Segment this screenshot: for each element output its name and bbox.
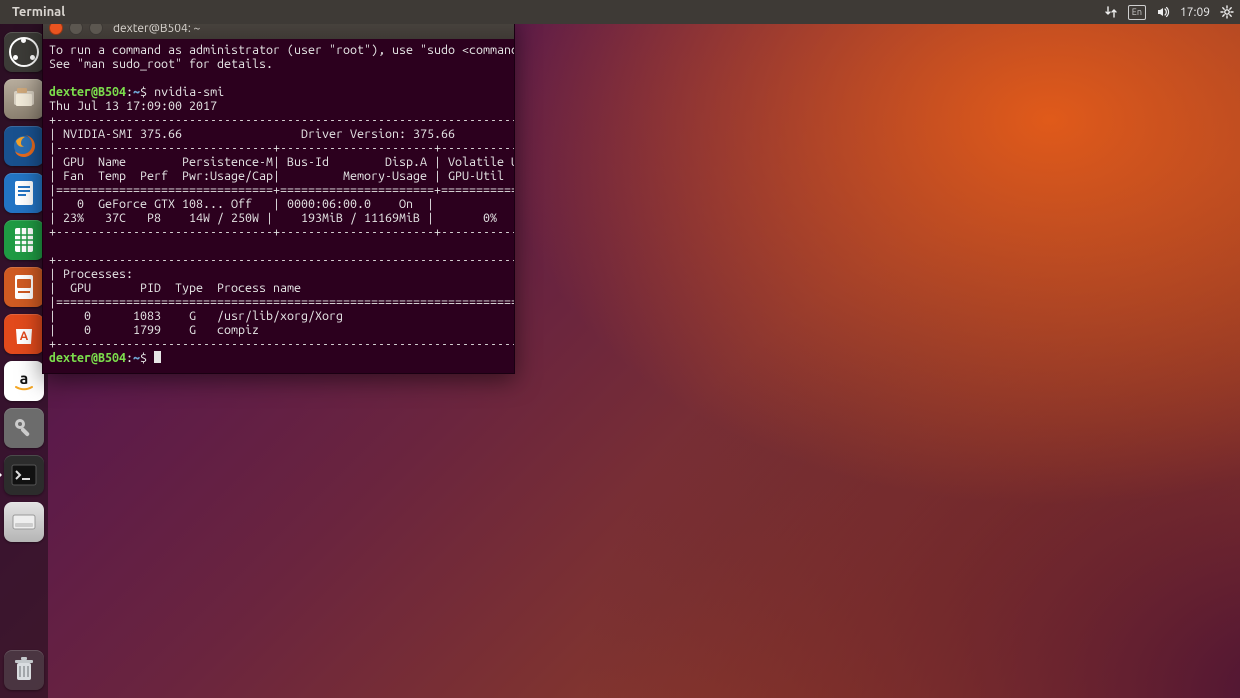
prompt-user-host: dexter@B504 (49, 85, 126, 99)
launcher-calc[interactable] (2, 218, 46, 262)
folder-icon (12, 88, 36, 110)
launcher-dash[interactable] (2, 30, 46, 74)
volume-icon[interactable] (1156, 5, 1170, 19)
launcher-writer[interactable] (2, 171, 46, 215)
launcher-software[interactable]: A (2, 312, 46, 356)
ubuntu-logo-icon (9, 37, 39, 67)
launcher-impress[interactable] (2, 265, 46, 309)
network-icon[interactable] (1104, 5, 1118, 19)
prompt-dollar: $ (140, 85, 147, 99)
gear-wrench-icon (11, 415, 37, 441)
amazon-icon: a (11, 368, 37, 394)
sudo-hint-line1: To run a command as administrator (user … (49, 43, 515, 57)
unity-launcher: A a (0, 24, 48, 698)
keyboard-language-indicator[interactable]: En (1128, 5, 1146, 20)
launcher-amazon[interactable]: a (2, 359, 46, 403)
terminal-icon (11, 464, 37, 486)
svg-text:A: A (20, 330, 29, 343)
cursor (154, 351, 161, 363)
svg-text:a: a (20, 370, 29, 388)
sudo-hint-line2: See "man sudo_root" for details. (49, 57, 273, 71)
terminal-body[interactable]: To run a command as administrator (user … (43, 39, 514, 373)
presentation-icon (13, 274, 35, 300)
nvidia-smi-output: +---------------------------------------… (49, 113, 515, 351)
launcher-settings[interactable] (2, 406, 46, 450)
output-date: Thu Jul 13 17:09:00 2017 (49, 99, 217, 113)
launcher-trash[interactable] (2, 648, 46, 692)
command-1: nvidia-smi (154, 85, 224, 99)
launcher-firefox[interactable] (2, 124, 46, 168)
drive-icon (11, 513, 37, 531)
prompt-dollar-2: $ (140, 351, 147, 365)
launcher-terminal[interactable] (2, 453, 46, 497)
prompt-sep-2: : (126, 351, 133, 365)
document-icon (13, 180, 35, 206)
shopping-bag-icon: A (13, 322, 35, 346)
system-tray: En 17:09 (1104, 5, 1234, 20)
prompt-user-host-2: dexter@B504 (49, 351, 126, 365)
prompt-path: ~ (133, 85, 140, 99)
terminal-window: dexter@B504: ~ To run a command as admin… (42, 16, 515, 374)
trash-icon (13, 657, 35, 683)
active-app-title: Terminal (12, 5, 65, 19)
prompt-sep: : (126, 85, 133, 99)
prompt-path-2: ~ (133, 351, 140, 365)
launcher-device[interactable] (2, 500, 46, 544)
firefox-icon (10, 132, 38, 160)
launcher-files[interactable] (2, 77, 46, 121)
clock[interactable]: 17:09 (1180, 6, 1210, 19)
top-menubar: Terminal En 17:09 (0, 0, 1240, 24)
spreadsheet-icon (13, 227, 35, 253)
system-gear-icon[interactable] (1220, 5, 1234, 19)
